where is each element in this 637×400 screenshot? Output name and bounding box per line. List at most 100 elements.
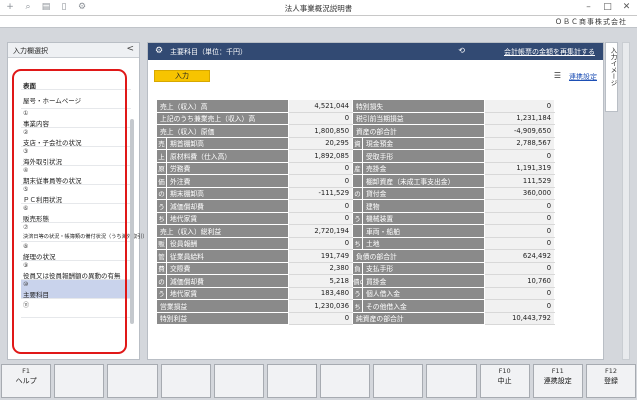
link-settings-link[interactable]: 連携設定 [569, 72, 597, 82]
item-label: その他借入金 [362, 299, 486, 313]
section-item[interactable]: ⑦ 決済日等の状況・帳簿類の備付状況（うち海外取引） [21, 223, 148, 242]
amount-field[interactable]: 0 [484, 99, 556, 113]
amount-field[interactable]: 0 [288, 161, 354, 175]
section-item[interactable]: ⑪ [21, 299, 131, 318]
company-bar: ＯＢＣ商事株式会社 [0, 16, 637, 28]
amount-field[interactable]: 183,480 [288, 286, 354, 300]
amount-field[interactable]: 0 [484, 236, 556, 250]
function-key-button[interactable] [373, 364, 424, 398]
table-row: 販役員報酬 0 ち土地 0 [156, 236, 556, 250]
section-list-scrollbar[interactable] [130, 119, 134, 324]
function-key-button[interactable] [54, 364, 105, 398]
window-scrollbar[interactable] [622, 42, 630, 360]
amount-field[interactable]: -4,909,650 [484, 124, 556, 138]
section-item-label: 事業内容 [23, 120, 49, 128]
amount-field[interactable]: 624,492 [484, 249, 556, 263]
input-tab[interactable]: 入力 [154, 70, 210, 82]
amount-field[interactable]: 1,800,850 [288, 124, 354, 138]
input-section-title: 入力欄選択 [13, 47, 48, 55]
section-item-number: ① [23, 110, 29, 117]
function-key-button[interactable] [320, 364, 371, 398]
amount-field[interactable]: 0 [288, 236, 354, 250]
amount-field[interactable]: 5,218 [288, 274, 354, 288]
amount-field[interactable]: 0 [484, 286, 556, 300]
amount-field[interactable]: 0 [484, 224, 556, 238]
item-label: 建物 [362, 199, 486, 213]
amount-field[interactable]: 111,529 [484, 174, 556, 188]
amount-field[interactable]: 10,443,792 [484, 311, 556, 325]
section-item[interactable]: ② 支店・子会社の状況 [21, 128, 131, 147]
input-image-tab[interactable]: 入力イメージ [605, 42, 618, 112]
main-header: ⚙ 主要科目（単位：千円） ⟲ 会計帳票の金額を再集計する [148, 43, 603, 60]
function-key-button[interactable]: F10 中止 [479, 364, 530, 398]
item-label: 純資産の部合計 [352, 311, 486, 325]
function-key-label: 連携設定 [543, 377, 572, 385]
section-item[interactable]: ⑨ 役員又は役員報酬額の異動の有無 [21, 261, 131, 280]
section-item[interactable]: ③ 海外取引状況 [21, 147, 131, 166]
section-item[interactable]: ④ 期末従事員等の状況 [21, 166, 131, 185]
amount-field[interactable]: 0 [484, 299, 556, 313]
section-item-number: ⑪ [23, 302, 30, 309]
section-item-label: 主要科目 [23, 291, 49, 299]
amount-field[interactable]: 2,720,194 [288, 224, 354, 238]
close-icon[interactable]: ✕ [619, 1, 634, 14]
section-item[interactable]: ⑩ 主要科目 [21, 280, 131, 299]
function-key-number: F12 [604, 367, 617, 375]
amount-field[interactable]: 1,231,184 [484, 111, 556, 125]
amount-field[interactable]: 0 [484, 211, 556, 225]
collapse-panel-button[interactable]: < [126, 44, 134, 54]
function-key-button[interactable] [266, 364, 318, 398]
section-item-label: 期末従事員等の状況 [23, 177, 82, 185]
table-row: 売期首棚卸高 20,295 資現金預金 2,788,567 [156, 136, 556, 150]
section-item-number: ⑦ [23, 224, 29, 231]
function-key-button[interactable] [426, 364, 477, 398]
function-key-button[interactable] [213, 364, 264, 398]
amount-field[interactable]: 0 [288, 211, 354, 225]
amount-field[interactable]: 0 [484, 261, 556, 275]
section-item[interactable]: ⑤ ＰＣ利用状況 [21, 185, 131, 204]
section-item[interactable]: ① 事業内容 [21, 109, 131, 128]
amount-field[interactable]: 191,749 [288, 249, 354, 263]
group-side-label: 資 [352, 136, 364, 150]
item-label: 地代家賃 [165, 211, 290, 225]
amount-field[interactable]: 2,380 [288, 261, 354, 275]
amount-field[interactable]: 1,230,036 [288, 299, 354, 313]
group-side-label: の [156, 186, 167, 200]
function-key-button[interactable] [160, 364, 211, 398]
amount-field[interactable]: 0 [288, 111, 354, 125]
section-item[interactable]: 表面 [21, 71, 131, 90]
function-key-button[interactable] [107, 364, 158, 398]
amount-field[interactable]: 1,892,085 [288, 149, 354, 163]
section-item-label: 決済日等の状況・帳簿類の備付状況（うち海外取引） [23, 234, 148, 240]
maximize-icon[interactable]: □ [600, 1, 615, 14]
amount-field[interactable]: 0 [288, 311, 354, 325]
amount-field[interactable]: 2,788,567 [484, 136, 556, 150]
group-side-label: 原 [156, 161, 167, 175]
item-label: 上記のうち兼業売上（収入）高 [155, 111, 290, 125]
amount-field[interactable]: 20,295 [288, 136, 354, 150]
section-item[interactable]: ⑥ 販売形態 [21, 204, 131, 223]
section-item[interactable]: ⑧ 経理の状況 [21, 242, 131, 261]
function-key-button[interactable]: F11 連携設定 [532, 364, 583, 398]
group-side-label: の [352, 186, 364, 200]
item-label: 減価償却費 [165, 274, 290, 288]
item-label: 買掛金 [362, 274, 486, 288]
minimize-icon[interactable]: – [581, 1, 596, 14]
amount-field[interactable]: 1,191,319 [484, 161, 556, 175]
section-item-number: ⑤ [23, 186, 29, 193]
amount-field[interactable]: 10,760 [484, 274, 556, 288]
function-key-button[interactable]: F1 ヘルプ [1, 364, 52, 398]
section-item[interactable]: 屋号・ホームページ [21, 90, 131, 109]
main-panel: ⚙ 主要科目（単位：千円） ⟲ 会計帳票の金額を再集計する 入力 ☰ 連携設定 … [147, 42, 604, 360]
amount-field[interactable]: -111,529 [288, 186, 354, 200]
amount-field[interactable]: 0 [288, 199, 354, 213]
amount-field[interactable]: 0 [288, 174, 354, 188]
amount-field[interactable]: 0 [484, 149, 556, 163]
function-key-button[interactable]: F12 登録 [585, 364, 637, 398]
recalculate-link[interactable]: 会計帳票の金額を再集計する [504, 47, 595, 57]
list-icon: ☰ [553, 71, 561, 80]
function-key-label: 中止 [497, 377, 512, 385]
amount-field[interactable]: 4,521,044 [288, 99, 354, 113]
amount-field[interactable]: 0 [484, 199, 556, 213]
amount-field[interactable]: 360,000 [484, 186, 556, 200]
